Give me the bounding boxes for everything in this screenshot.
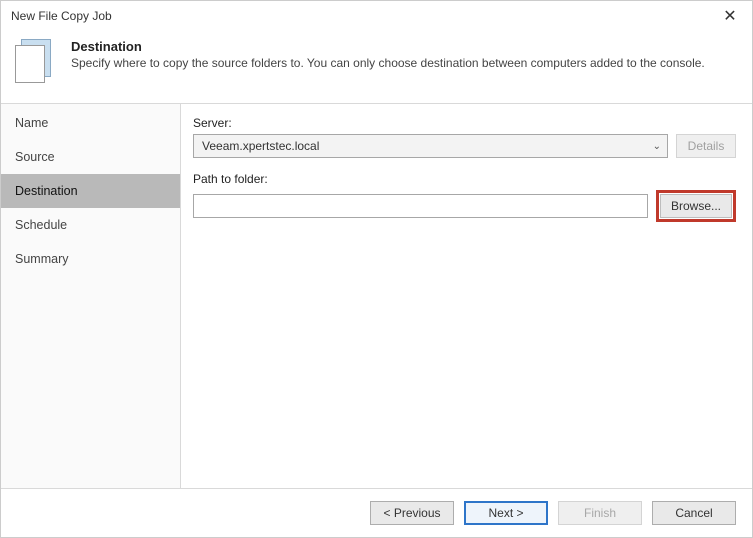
wizard-steps-sidebar: Name Source Destination Schedule Summary (1, 104, 181, 488)
step-schedule[interactable]: Schedule (1, 208, 180, 242)
finish-button: Finish (558, 501, 642, 525)
cancel-button[interactable]: Cancel (652, 501, 736, 525)
browse-button[interactable]: Browse... (660, 194, 732, 218)
step-source[interactable]: Source (1, 140, 180, 174)
wizard-footer: < Previous Next > Finish Cancel (1, 489, 752, 537)
path-row: Browse... (193, 190, 736, 222)
header-description: Specify where to copy the source folders… (71, 56, 738, 70)
wizard-header: Destination Specify where to copy the so… (1, 31, 752, 103)
close-button[interactable]: ✕ (708, 1, 752, 31)
header-text: Destination Specify where to copy the so… (71, 39, 738, 85)
titlebar: New File Copy Job ✕ (1, 1, 752, 31)
previous-button[interactable]: < Previous (370, 501, 454, 525)
wizard-window: New File Copy Job ✕ Destination Specify … (0, 0, 753, 538)
path-label: Path to folder: (193, 172, 736, 186)
step-summary[interactable]: Summary (1, 242, 180, 276)
wizard-body: Name Source Destination Schedule Summary… (1, 103, 752, 489)
details-button: Details (676, 134, 736, 158)
wizard-content: Server: Veeam.xpertstec.local ⌄ Details … (181, 104, 752, 488)
next-button[interactable]: Next > (464, 501, 548, 525)
server-row: Veeam.xpertstec.local ⌄ Details (193, 134, 736, 158)
file-copy-icon (15, 39, 57, 85)
step-name[interactable]: Name (1, 106, 180, 140)
close-icon: ✕ (723, 6, 736, 26)
server-selected-value: Veeam.xpertstec.local (202, 139, 319, 153)
server-dropdown[interactable]: Veeam.xpertstec.local ⌄ (193, 134, 668, 158)
browse-highlight: Browse... (656, 190, 736, 222)
chevron-down-icon: ⌄ (653, 141, 661, 152)
server-label: Server: (193, 116, 736, 130)
window-title: New File Copy Job (11, 9, 112, 23)
header-title: Destination (71, 39, 738, 54)
step-destination[interactable]: Destination (1, 174, 180, 208)
path-input[interactable] (193, 194, 648, 218)
